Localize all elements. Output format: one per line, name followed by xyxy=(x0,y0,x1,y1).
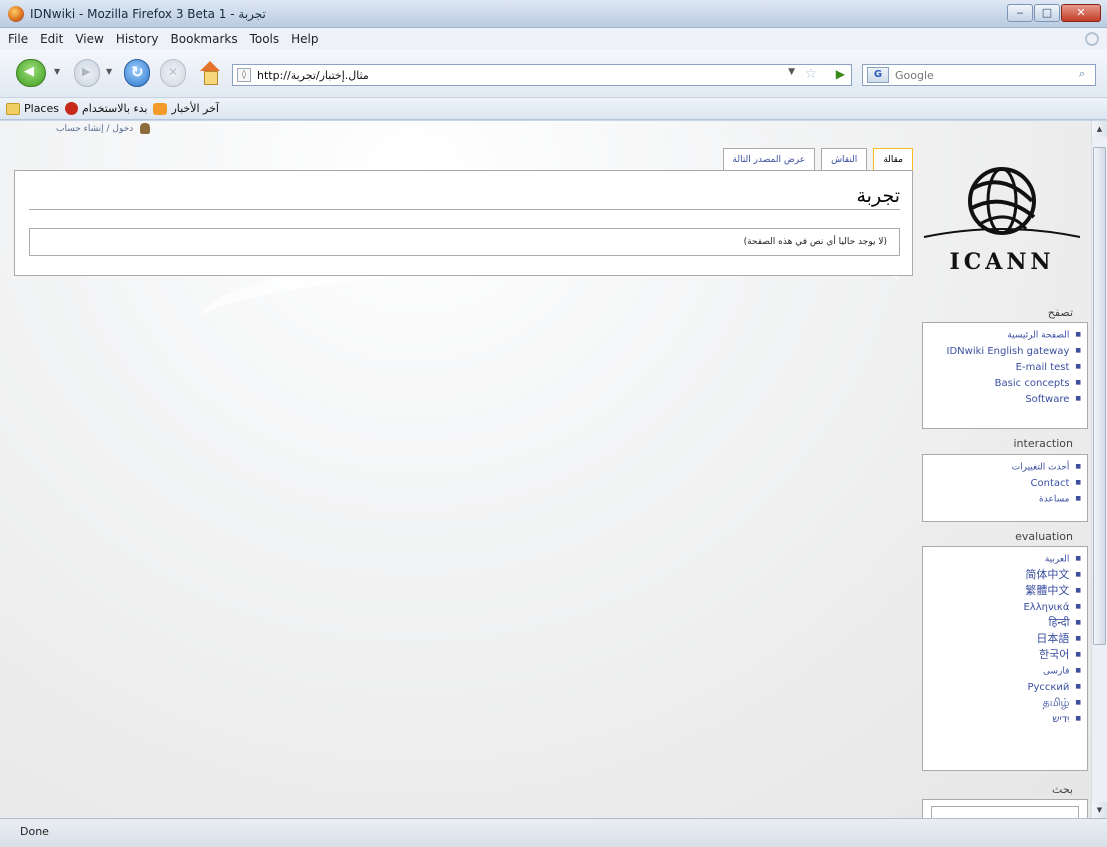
menu-tools[interactable]: Tools xyxy=(250,32,280,46)
login-link[interactable]: دخول / إنشاء حساب xyxy=(56,124,133,134)
folder-icon xyxy=(6,102,20,115)
nav-link-help[interactable]: مساعدة xyxy=(923,491,1081,507)
minimize-button[interactable]: ‒ xyxy=(1007,4,1033,22)
url-history-dropdown-icon[interactable]: ▼ xyxy=(788,67,795,77)
menu-view[interactable]: View xyxy=(75,32,103,46)
bookmark-label: بدء بالاستخدام xyxy=(81,102,148,115)
portlet-search xyxy=(922,799,1088,818)
menu-bar: File Edit View History Bookmarks Tools H… xyxy=(0,28,1107,50)
star-icon[interactable]: ☆ xyxy=(804,66,817,82)
search-input[interactable] xyxy=(895,67,1055,83)
reload-icon[interactable] xyxy=(124,59,150,87)
portlet-title-search: بحث xyxy=(1052,783,1073,796)
empty-page-notice: (لا يوجد حاليا أي نص في هذه الصفحة) xyxy=(29,228,900,256)
user-icon xyxy=(140,123,151,134)
page-tabs: مقالة النقاش عرض المصدر التالة xyxy=(722,148,913,171)
bookmark-label: آخر الأخبار xyxy=(171,102,219,115)
icann-logo[interactable]: ICANN xyxy=(922,151,1082,281)
tab-view-source[interactable]: عرض المصدر التالة xyxy=(722,148,816,171)
nav-link-contact[interactable]: Contact xyxy=(923,475,1081,491)
vertical-scrollbar[interactable]: ▲ ▼ xyxy=(1091,121,1107,818)
back-history-dropdown-icon[interactable]: ▼ xyxy=(54,67,60,76)
forward-icon[interactable] xyxy=(74,59,100,87)
stop-icon[interactable] xyxy=(160,59,186,87)
portlet-navigation: الصفحة الرئيسية IDNwiki English gateway … xyxy=(922,322,1088,429)
rss-icon xyxy=(153,102,168,115)
back-icon[interactable] xyxy=(16,59,46,87)
maximize-button[interactable]: □ xyxy=(1034,4,1060,22)
url-text[interactable]: http://مثال.إختبار/تجربة xyxy=(257,69,369,82)
bookmark-label: Places xyxy=(24,102,59,115)
lang-link-korean[interactable]: 한국어 xyxy=(923,647,1081,663)
tab-article[interactable]: مقالة xyxy=(873,148,913,171)
page-content: دخول / إنشاء حساب مقالة النقاش عرض المصد… xyxy=(0,121,1091,818)
home-icon[interactable] xyxy=(196,59,224,87)
firefox-app-icon xyxy=(8,6,24,22)
nav-link-email-test[interactable]: E-mail test xyxy=(923,359,1081,375)
close-button[interactable]: ✕ xyxy=(1061,4,1101,22)
portlet-title-evaluation: evaluation xyxy=(1015,530,1073,543)
url-bar[interactable]: ◊ http://مثال.إختبار/تجربة ▼ ☆ ▶ xyxy=(232,64,852,86)
lang-link-chinese-simplified[interactable]: 简体中文 xyxy=(923,567,1081,583)
window-title-bar: تجربة - IDNwiki - Mozilla Firefox 3 Beta… xyxy=(0,0,1107,28)
lang-link-tamil[interactable]: தமிழ் xyxy=(923,695,1081,711)
menu-history[interactable]: History xyxy=(116,32,159,46)
lang-link-chinese-traditional[interactable]: 繁體中文 xyxy=(923,583,1081,599)
search-box: G ⌕ xyxy=(862,64,1096,86)
search-icon[interactable]: ⌕ xyxy=(1073,67,1091,83)
article-body: تجربة (لا يوجد حاليا أي نص في هذه الصفحة… xyxy=(14,170,913,276)
status-text: Done xyxy=(20,825,49,838)
throbber-icon xyxy=(1085,32,1099,46)
portlet-title-navigation: تصفح xyxy=(1047,306,1073,319)
nav-link-main-page[interactable]: الصفحة الرئيسية xyxy=(923,327,1081,343)
lang-link-japanese[interactable]: 日本語 xyxy=(923,631,1081,647)
forward-history-dropdown-icon[interactable]: ▼ xyxy=(106,67,112,76)
bookmark-places[interactable]: Places xyxy=(6,102,59,115)
nav-link-basic-concepts[interactable]: Basic concepts xyxy=(923,375,1081,391)
go-icon[interactable]: ▶ xyxy=(836,67,845,81)
window-title: تجربة - IDNwiki - Mozilla Firefox 3 Beta… xyxy=(30,7,266,21)
bookmark-latest-news[interactable]: آخر الأخبار xyxy=(153,102,219,115)
wiki-search-input[interactable] xyxy=(931,806,1079,818)
portlet-title-interaction: interaction xyxy=(1013,437,1074,450)
page-title: تجربة xyxy=(856,185,900,207)
personal-tools: دخول / إنشاء حساب xyxy=(56,123,151,134)
portlet-interaction: أحدث التغييرات Contact مساعدة xyxy=(922,454,1088,522)
lang-link-greek[interactable]: Ελληνικά xyxy=(923,599,1081,615)
nav-link-software[interactable]: Software xyxy=(923,391,1081,407)
title-divider xyxy=(29,209,900,210)
portlet-evaluation: العربية 简体中文 繁體中文 Ελληνικά हिन्दी 日本語 한국… xyxy=(922,546,1088,771)
lang-link-hindi[interactable]: हिन्दी xyxy=(923,615,1081,631)
menu-help[interactable]: Help xyxy=(291,32,318,46)
menu-bookmarks[interactable]: Bookmarks xyxy=(171,32,238,46)
notice-text: (لا يوجد حاليا أي نص في هذه الصفحة) xyxy=(743,237,887,247)
search-engine-icon[interactable]: G xyxy=(867,67,889,83)
window-controls: ‒ □ ✕ xyxy=(1007,4,1101,22)
logo-text: ICANN xyxy=(949,249,1054,275)
lang-link-persian[interactable]: فارسی xyxy=(923,663,1081,679)
bookmark-getting-started[interactable]: بدء بالاستخدام xyxy=(64,102,148,115)
page-favicon-icon: ◊ xyxy=(237,68,251,82)
menu-edit[interactable]: Edit xyxy=(40,32,63,46)
scrollbar-thumb[interactable] xyxy=(1093,147,1106,645)
lang-link-arabic[interactable]: العربية xyxy=(923,551,1081,567)
status-bar: Done xyxy=(0,818,1107,847)
menu-file[interactable]: File xyxy=(8,32,28,46)
lang-link-russian[interactable]: Русский xyxy=(923,679,1081,695)
tomato-icon xyxy=(64,102,78,115)
lang-link-yiddish[interactable]: יִדיש xyxy=(923,711,1081,727)
tab-discussion[interactable]: النقاش xyxy=(821,148,868,171)
icann-globe-icon: ICANN xyxy=(923,167,1081,275)
navigation-toolbar: ▼ ▼ ◊ http://مثال.إختبار/تجربة ▼ ☆ ▶ G ⌕ xyxy=(0,50,1107,98)
bookmarks-toolbar: Places بدء بالاستخدام آخر الأخبار xyxy=(0,98,1107,120)
nav-link-recent-changes[interactable]: أحدث التغييرات xyxy=(923,459,1081,475)
scroll-down-icon[interactable]: ▼ xyxy=(1092,802,1107,818)
nav-link-english-gateway[interactable]: IDNwiki English gateway xyxy=(923,343,1081,359)
scroll-up-icon[interactable]: ▲ xyxy=(1092,121,1107,137)
